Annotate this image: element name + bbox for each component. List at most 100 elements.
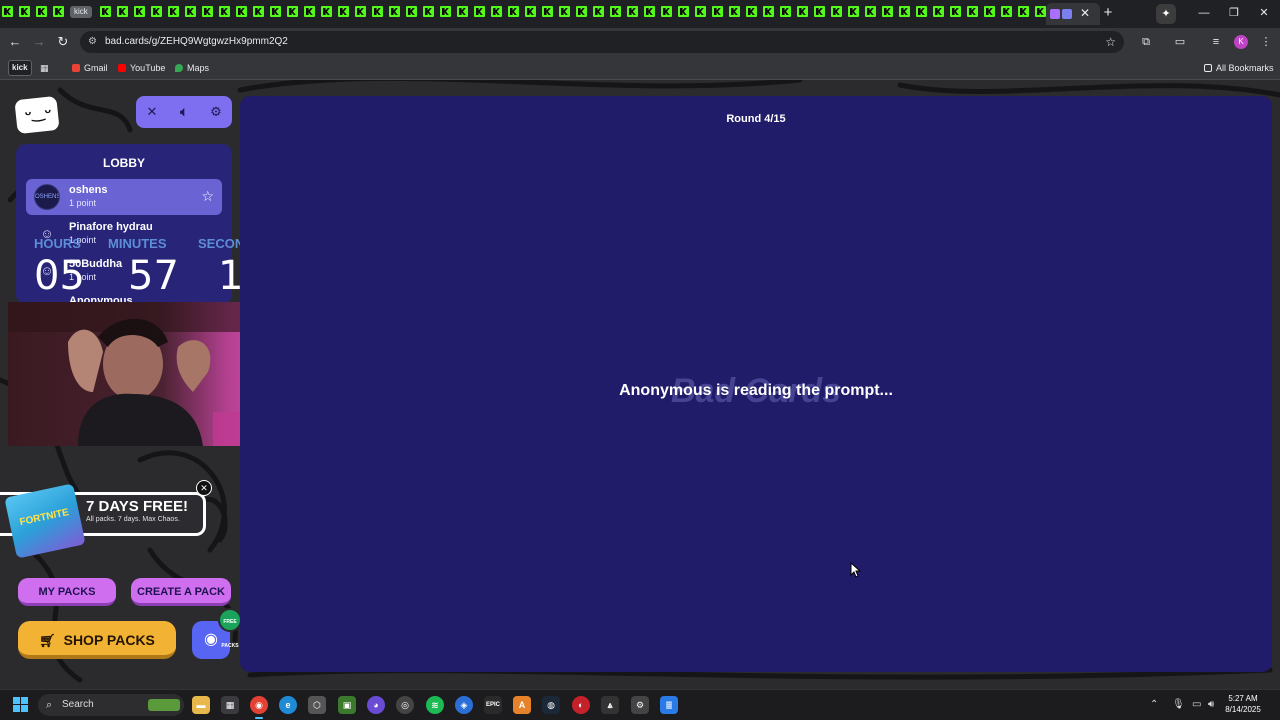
kick-tab-icon[interactable] bbox=[218, 6, 230, 17]
kick-tab-icon[interactable] bbox=[626, 6, 638, 17]
kick-tab-icon[interactable] bbox=[167, 6, 179, 17]
kick-tab-icon[interactable] bbox=[796, 6, 808, 17]
kick-tab-icon[interactable] bbox=[915, 6, 927, 17]
microsoft-store-icon[interactable]: ▦ bbox=[221, 696, 239, 714]
restore-button[interactable]: ❐ bbox=[1220, 5, 1248, 21]
site-info-icon[interactable]: ⚙ bbox=[88, 36, 100, 48]
kick-tab-icon[interactable] bbox=[592, 6, 604, 17]
bookmark-youtube[interactable]: YouTube bbox=[118, 61, 165, 75]
shop-packs-button[interactable]: 🛒︎ SHOP PACKS bbox=[18, 621, 176, 659]
close-tab-button[interactable]: ✕ bbox=[1078, 6, 1092, 20]
epic-games-icon[interactable]: EPIC bbox=[484, 696, 502, 714]
app-icon[interactable]: ◐ bbox=[572, 696, 590, 714]
kick-tab-icon[interactable] bbox=[473, 6, 485, 17]
apps-grid-icon[interactable]: ▦ bbox=[40, 61, 49, 75]
kick-tab-icon[interactable] bbox=[932, 6, 944, 17]
tray-chevron-icon[interactable]: ⌃ bbox=[1150, 698, 1158, 712]
kick-tab-icon[interactable] bbox=[1017, 6, 1029, 17]
profile-avatar[interactable]: K bbox=[1234, 35, 1248, 49]
kick-tab-icon[interactable] bbox=[711, 6, 723, 17]
network-icon[interactable]: ▭ bbox=[1192, 698, 1201, 712]
kick-tab-icon[interactable] bbox=[507, 6, 519, 17]
settings-icon[interactable]: ⚙ bbox=[631, 696, 649, 714]
obs-icon[interactable]: ◎ bbox=[396, 696, 414, 714]
app-icon[interactable]: ⬡ bbox=[308, 696, 326, 714]
app-icon[interactable]: A bbox=[513, 696, 531, 714]
reload-icon[interactable]: ↻ bbox=[54, 33, 72, 51]
create-pack-button[interactable]: CREATE A PACK bbox=[131, 578, 231, 606]
mute-mic-icon[interactable]: ✕ bbox=[141, 101, 163, 123]
kick-tab-icon[interactable] bbox=[609, 6, 621, 17]
kick-tab-icon[interactable] bbox=[184, 6, 196, 17]
kick-tab-icon[interactable] bbox=[337, 6, 349, 17]
kick-tab-icon[interactable] bbox=[575, 6, 587, 17]
kick-tab-icon[interactable] bbox=[558, 6, 570, 17]
star-icon[interactable]: ☆ bbox=[201, 188, 214, 204]
kick-tab-icon[interactable] bbox=[1034, 6, 1046, 17]
edge-icon[interactable]: e bbox=[279, 696, 297, 714]
kick-tab-icon[interactable] bbox=[388, 6, 400, 17]
player-row[interactable]: OSHENS oshens 1 point ☆ bbox=[26, 179, 222, 215]
microphone-icon[interactable]: 🎙︎ bbox=[1172, 698, 1185, 712]
kick-tab-icon[interactable] bbox=[354, 6, 366, 17]
promo-banner[interactable]: FORTNITE 7 DAYS FREE! All packs. 7 days.… bbox=[0, 480, 212, 559]
kick-tab-icon[interactable] bbox=[371, 6, 383, 17]
kick-tab-icon[interactable] bbox=[201, 6, 213, 17]
bookmark-maps[interactable]: Maps bbox=[175, 61, 209, 75]
kick-tab-icon[interactable] bbox=[1000, 6, 1012, 17]
kick-tab-icon[interactable] bbox=[36, 6, 47, 17]
kick-tab-icon[interactable] bbox=[490, 6, 502, 17]
kick-tab-icon[interactable] bbox=[847, 6, 859, 17]
notepad-icon[interactable]: ≣ bbox=[660, 696, 678, 714]
bookmark-star-icon[interactable]: ☆ bbox=[1105, 35, 1116, 49]
volume-tray-icon[interactable]: 🔊︎ bbox=[1208, 698, 1214, 712]
discord-taskbar-icon[interactable]: ◕ bbox=[367, 696, 385, 714]
kick-tab-icon[interactable] bbox=[949, 6, 961, 17]
app-icon[interactable]: ⩓ bbox=[601, 696, 619, 714]
system-clock[interactable]: 5:27 AM 8/14/2025 bbox=[1222, 693, 1264, 715]
kick-tab-icon[interactable] bbox=[745, 6, 757, 17]
promo-close-button[interactable]: ✕ bbox=[196, 480, 212, 496]
kick-tab-icon[interactable] bbox=[320, 6, 332, 17]
minimize-button[interactable]: — bbox=[1190, 5, 1218, 21]
kick-tab-icon[interactable] bbox=[99, 6, 111, 17]
kick-tab-icon[interactable] bbox=[150, 6, 162, 17]
kick-tab-icon[interactable] bbox=[19, 6, 30, 17]
kick-tab-icon[interactable] bbox=[898, 6, 910, 17]
kick-tab-icon[interactable] bbox=[813, 6, 825, 17]
windows-start-icon[interactable] bbox=[13, 697, 29, 713]
xbox-game-icon[interactable]: ▣ bbox=[338, 696, 356, 714]
kick-tab-icon[interactable] bbox=[422, 6, 434, 17]
kick-tab-icon[interactable] bbox=[524, 6, 536, 17]
spotify-icon[interactable]: ≋ bbox=[426, 696, 444, 714]
kick-tab-icon[interactable] bbox=[116, 6, 128, 17]
kick-tab-icon[interactable] bbox=[830, 6, 842, 17]
kick-tab-icon[interactable] bbox=[881, 6, 893, 17]
back-arrow-icon[interactable]: ← bbox=[6, 33, 24, 51]
kick-tab-icon[interactable] bbox=[864, 6, 876, 17]
kick-tab-icon[interactable] bbox=[133, 6, 145, 17]
taskbar-search[interactable]: ⌕ Search bbox=[38, 694, 184, 716]
cast-icon[interactable]: ▭ bbox=[1172, 34, 1188, 50]
kick-tab-icon[interactable] bbox=[779, 6, 791, 17]
extensions-icon[interactable]: ⧉ bbox=[1138, 34, 1154, 50]
media-controls-icon[interactable]: ≡ bbox=[1208, 34, 1224, 50]
kick-tab-icon[interactable] bbox=[983, 6, 995, 17]
tab-label[interactable]: kick bbox=[70, 6, 92, 18]
window-close-button[interactable]: ✕ bbox=[1250, 5, 1278, 21]
kick-tab-icon[interactable] bbox=[762, 6, 774, 17]
kick-tab-icon[interactable] bbox=[252, 6, 264, 17]
kick-tab-icon[interactable] bbox=[269, 6, 281, 17]
kick-tab-icon[interactable] bbox=[286, 6, 298, 17]
bookmark-kick[interactable]: kick bbox=[8, 60, 32, 76]
kick-tab-icon[interactable] bbox=[660, 6, 672, 17]
new-tab-button[interactable]: + bbox=[1100, 5, 1116, 21]
kick-tab-icon[interactable] bbox=[643, 6, 655, 17]
bad-cards-logo[interactable]: ᵕ‿ᵕ bbox=[14, 95, 60, 135]
kick-tab-icon[interactable] bbox=[405, 6, 417, 17]
kick-tab-icon[interactable] bbox=[541, 6, 553, 17]
gear-icon[interactable]: ⚙ bbox=[205, 101, 227, 123]
address-bar[interactable]: ⚙ bad.cards/g/ZEHQ9WgtgwzHx9pmm2Q2 ☆ bbox=[80, 31, 1124, 53]
forward-arrow-icon[interactable]: → bbox=[30, 33, 48, 51]
kick-tab-icon[interactable] bbox=[456, 6, 468, 17]
